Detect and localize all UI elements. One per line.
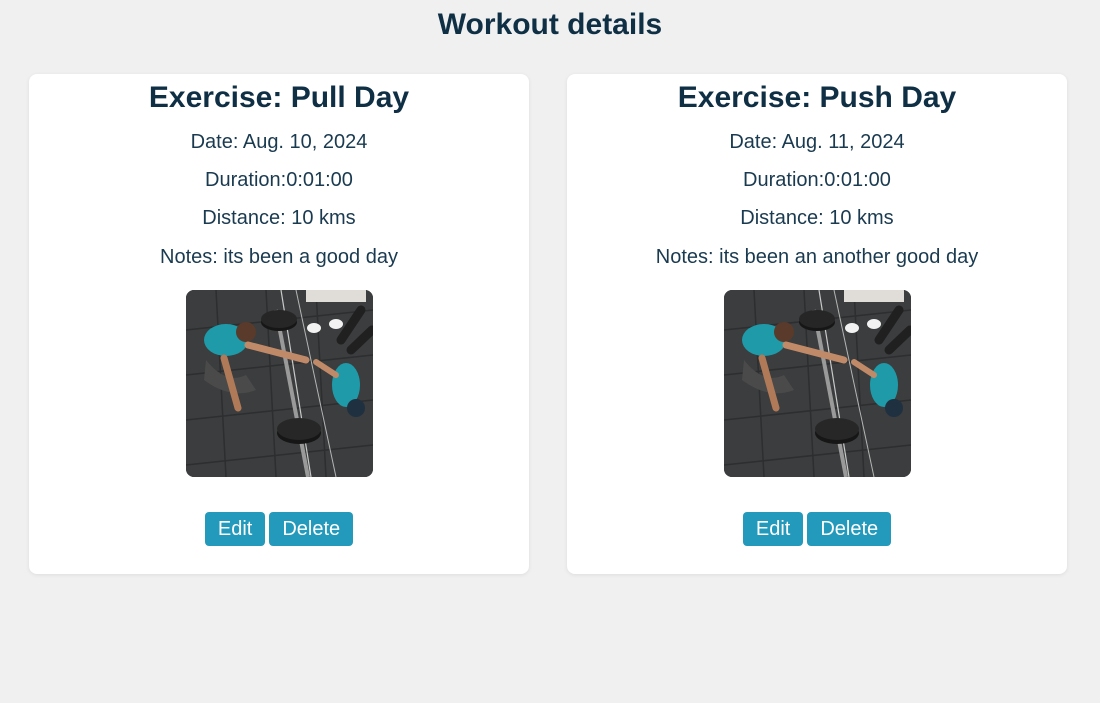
workout-photo	[186, 290, 373, 477]
workout-notes: Notes: its been an another good day	[655, 246, 979, 268]
workout-date: Date: Aug. 11, 2024	[729, 131, 905, 153]
page-title: Workout details	[437, 8, 663, 41]
delete-button[interactable]: Delete	[807, 512, 892, 546]
workout-duration: Duration:0:01:00	[743, 169, 891, 191]
workout-card: Exercise: Push Day Date: Aug. 11, 2024 D…	[567, 74, 1067, 574]
exercise-title: Exercise: Push Day	[677, 81, 957, 114]
delete-button[interactable]: Delete	[269, 512, 354, 546]
workout-date: Date: Aug. 10, 2024	[190, 131, 368, 153]
workout-distance: Distance: 10 kms	[740, 207, 894, 229]
exercise-title: Exercise: Pull Day	[148, 81, 410, 114]
workout-photo	[724, 290, 911, 477]
workout-duration: Duration:0:01:00	[205, 169, 353, 191]
workout-notes: Notes: its been a good day	[160, 246, 398, 268]
edit-button[interactable]: Edit	[204, 512, 266, 546]
workout-distance: Distance: 10 kms	[202, 207, 356, 229]
edit-button[interactable]: Edit	[742, 512, 804, 546]
workout-card: Exercise: Pull Day Date: Aug. 10, 2024 D…	[29, 74, 529, 574]
